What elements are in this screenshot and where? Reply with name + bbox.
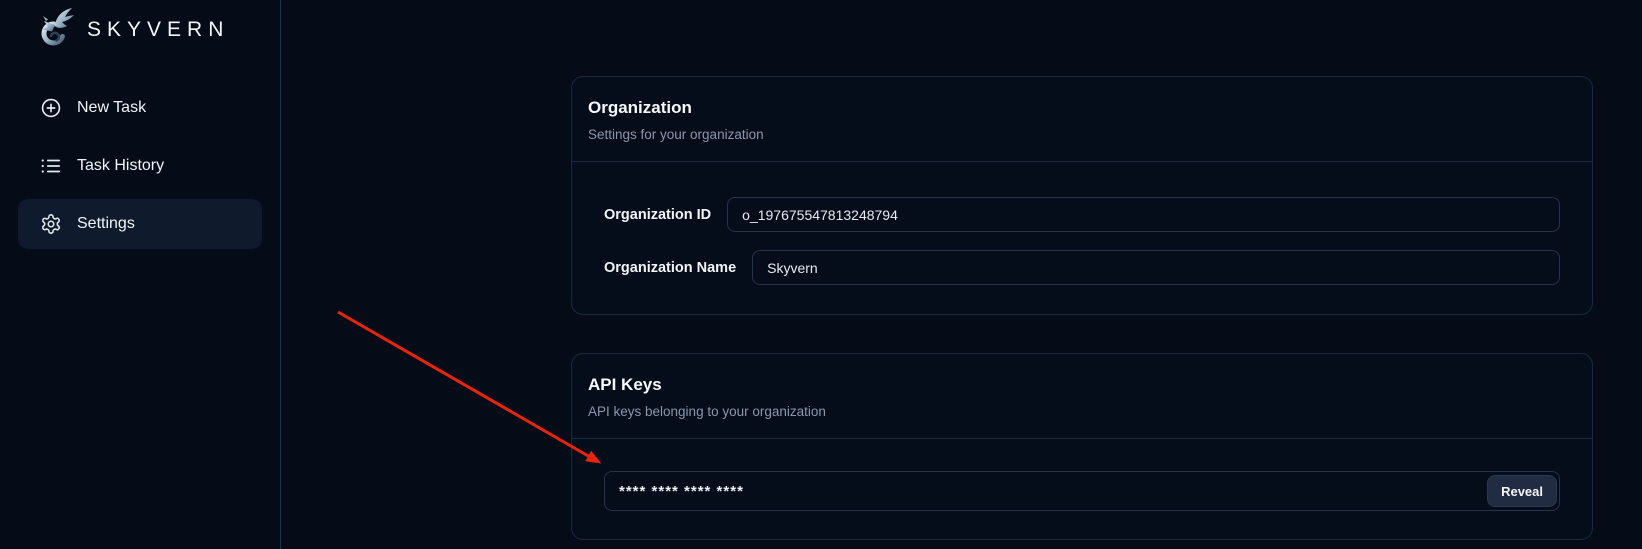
api-keys-card-header: API Keys API keys belonging to your orga… — [572, 354, 1592, 439]
sidebar-item-task-history[interactable]: Task History — [18, 141, 262, 191]
api-key-row: Reveal — [604, 471, 1560, 511]
organization-card-title: Organization — [588, 97, 1576, 119]
organization-card-header: Organization Settings for your organizat… — [572, 77, 1592, 162]
api-key-input[interactable] — [604, 471, 1560, 511]
organization-id-row: Organization ID — [604, 197, 1560, 232]
skyvern-logo[interactable]: SKYVERN — [18, 4, 262, 56]
api-keys-card-title: API Keys — [588, 374, 1576, 396]
gear-icon — [40, 213, 62, 235]
organization-card-subtitle: Settings for your organization — [588, 126, 1576, 144]
api-keys-card-body: Reveal — [572, 439, 1592, 539]
api-keys-card-subtitle: API keys belonging to your organization — [588, 403, 1576, 421]
sidebar-item-label: New Task — [77, 99, 146, 117]
app-root: SKYVERN New Task Ta — [0, 0, 1642, 549]
organization-card: Organization Settings for your organizat… — [571, 76, 1593, 315]
organization-name-row: Organization Name — [604, 250, 1560, 285]
organization-id-label: Organization ID — [604, 207, 711, 223]
organization-id-input[interactable] — [727, 197, 1560, 232]
reveal-button[interactable]: Reveal — [1487, 475, 1557, 507]
sidebar-nav: New Task Task History — [18, 83, 262, 249]
sidebar: SKYVERN New Task Ta — [0, 0, 281, 549]
brand-name: SKYVERN — [87, 18, 229, 42]
sidebar-item-label: Task History — [77, 157, 164, 175]
sidebar-item-label: Settings — [77, 215, 135, 233]
organization-name-input[interactable] — [752, 250, 1560, 285]
sidebar-item-new-task[interactable]: New Task — [18, 83, 262, 133]
skyvern-dragon-icon — [28, 6, 78, 54]
sidebar-item-settings[interactable]: Settings — [18, 199, 262, 249]
list-icon — [40, 155, 62, 177]
organization-name-label: Organization Name — [604, 260, 736, 276]
api-keys-card: API Keys API keys belonging to your orga… — [571, 353, 1593, 540]
organization-card-body: Organization ID Organization Name — [572, 162, 1592, 314]
plus-circle-icon — [40, 97, 62, 119]
main-content: Organization Settings for your organizat… — [281, 0, 1642, 549]
